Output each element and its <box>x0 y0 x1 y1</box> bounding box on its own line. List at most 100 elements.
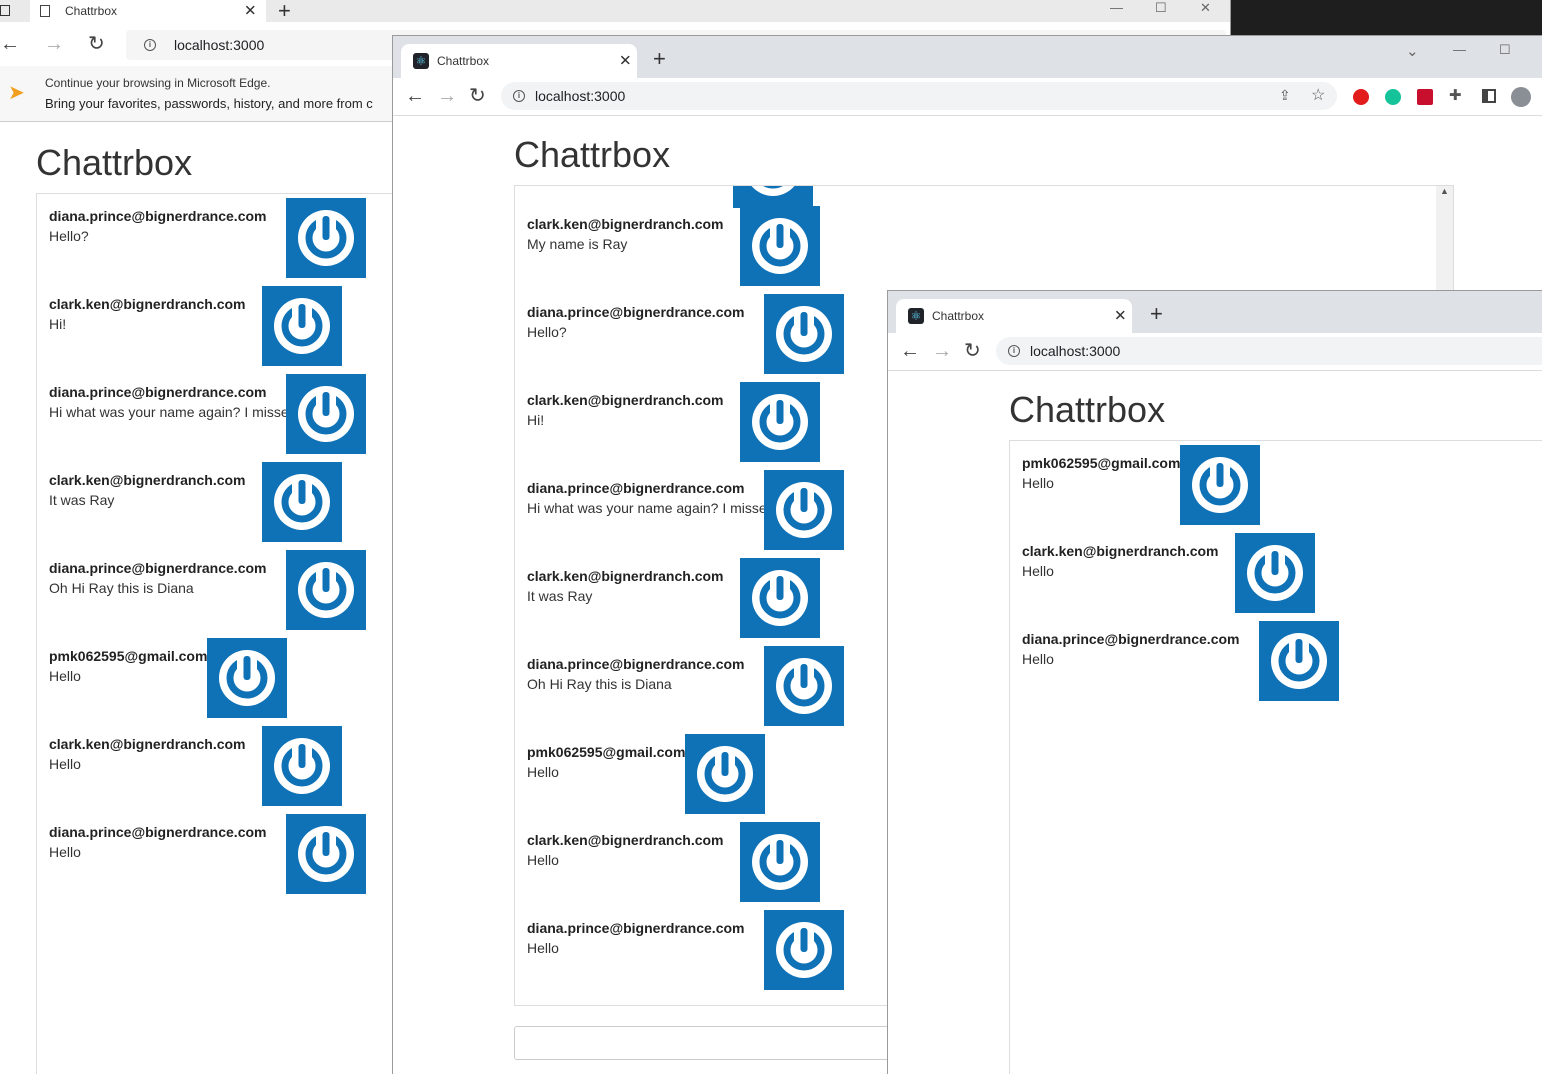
message-author: pmk062595@gmail.com <box>1022 455 1181 471</box>
message-text: Oh Hi Ray this is Diana <box>527 676 672 692</box>
message-author: diana.prince@bignerdrance.com <box>527 920 745 936</box>
forward-arrow-icon[interactable]: → <box>44 34 64 54</box>
message-author: clark.ken@bignerdranch.com <box>49 296 246 312</box>
power-icon <box>262 462 342 542</box>
site-info-icon[interactable]: i <box>513 90 525 102</box>
tab-strip: Chattrbox ✕ + — ☐ ✕ <box>0 0 1230 22</box>
message-author: clark.ken@bignerdranch.com <box>49 472 246 488</box>
message-author: pmk062595@gmail.com <box>527 744 686 760</box>
message-list: pmk062595@gmail.com Hello clark.ken@bigner… <box>1009 440 1542 1074</box>
chat-message: diana.prince@bignerdrance.com Hello? <box>49 198 435 296</box>
close-window-button[interactable]: ✕ <box>1200 0 1211 16</box>
tab-title: Chattrbox <box>437 54 490 68</box>
reload-icon[interactable]: ↻ <box>88 34 105 54</box>
navigation-toolbar: ← → ↻ i localhost:3000 ⇪ ☆ ✚ <box>393 78 1542 116</box>
close-tab-icon[interactable]: ✕ <box>619 54 632 69</box>
back-arrow-icon[interactable]: ← <box>405 86 425 106</box>
forward-arrow-icon[interactable]: → <box>932 341 952 361</box>
power-icon <box>262 286 342 366</box>
message-author: diana.prince@bignerdrance.com <box>49 560 267 576</box>
tab-strip: ⚛ Chattrbox ✕ + <box>888 291 1542 333</box>
share-icon[interactable]: ⇪ <box>1279 87 1291 104</box>
close-tab-icon[interactable]: ✕ <box>244 4 257 19</box>
message-text: Hello? <box>527 324 567 340</box>
tab-chattrbox[interactable]: ⚛ Chattrbox ✕ <box>401 44 637 78</box>
back-arrow-icon[interactable]: ← <box>900 341 920 361</box>
message-author: diana.prince@bignerdrance.com <box>527 656 745 672</box>
tab-chattrbox[interactable]: Chattrbox ✕ <box>30 0 266 22</box>
message-text: Hello <box>1022 651 1054 667</box>
maximize-button[interactable]: ☐ <box>1155 0 1167 16</box>
message-text: Hello <box>1022 475 1054 491</box>
site-info-icon[interactable]: i <box>144 39 156 51</box>
maximize-button[interactable]: ☐ <box>1499 42 1511 58</box>
grammarly-extension-icon[interactable] <box>1385 89 1401 105</box>
power-icon <box>685 734 765 814</box>
message-text: It was Ray <box>49 492 115 508</box>
new-tab-button[interactable]: + <box>1150 303 1163 325</box>
power-icon <box>286 198 366 278</box>
message-text: Hello <box>527 852 559 868</box>
chat-message: diana.prince@bignerdrance.com Oh Hi Ray t… <box>49 550 435 648</box>
minimize-button[interactable]: — <box>1453 42 1466 57</box>
navigation-toolbar: ← → ↻ i localhost:3000 <box>888 333 1542 371</box>
message-author: diana.prince@bignerdrance.com <box>527 480 745 496</box>
back-arrow-icon[interactable]: ← <box>0 34 20 54</box>
message-text: Hello <box>49 844 81 860</box>
extensions-puzzle-icon[interactable]: ✚ <box>1449 86 1462 104</box>
power-icon <box>262 726 342 806</box>
edge-banner-line2: Bring your favorites, passwords, history… <box>45 96 373 111</box>
minimize-button[interactable]: — <box>1110 0 1123 15</box>
pdf-extension-icon[interactable] <box>1417 89 1433 105</box>
message-text: Hello <box>49 668 81 684</box>
close-tab-icon[interactable]: ✕ <box>1114 309 1127 324</box>
tab-title: Chattrbox <box>932 309 985 323</box>
message-text: Hi! <box>527 412 545 428</box>
message-text: It was Ray <box>527 588 593 604</box>
chat-message: diana.prince@bignerdrance.com Hi what was… <box>49 374 435 472</box>
power-icon <box>740 206 820 286</box>
site-info-icon[interactable]: i <box>1008 345 1020 357</box>
page-title: Chattrbox <box>1009 389 1166 430</box>
tab-chattrbox[interactable]: ⚛ Chattrbox ✕ <box>896 299 1132 333</box>
power-icon <box>733 186 813 208</box>
tab-search-chevron-icon[interactable]: ⌄ <box>1406 42 1419 60</box>
message-author: clark.ken@bignerdranch.com <box>527 392 724 408</box>
desktop-background <box>1231 0 1542 36</box>
tab-title: Chattrbox <box>65 4 118 18</box>
message-author: pmk062595@gmail.com <box>49 648 208 664</box>
profile-avatar[interactable] <box>1511 87 1531 107</box>
new-tab-button[interactable]: + <box>278 0 291 22</box>
power-icon <box>740 382 820 462</box>
scroll-up-arrow-icon[interactable]: ▲ <box>1440 186 1449 196</box>
address-bar[interactable]: i localhost:3000 <box>996 337 1542 365</box>
chat-message: clark.ken@bignerdranch.com Hello <box>49 726 435 824</box>
side-panel-icon[interactable] <box>1482 89 1496 103</box>
message-text: Oh Hi Ray this is Diana <box>49 580 194 596</box>
power-icon <box>286 374 366 454</box>
power-icon <box>1180 445 1260 525</box>
message-author: clark.ken@bignerdranch.com <box>527 568 724 584</box>
message-text: My name is Ray <box>527 236 628 252</box>
message-text: Hello? <box>49 228 89 244</box>
chat-message: diana.prince@bignerdrance.com Hello <box>1022 621 1542 719</box>
message-author: clark.ken@bignerdranch.com <box>527 832 724 848</box>
react-logo-icon: ⚛ <box>908 308 924 324</box>
bookmark-star-icon[interactable]: ☆ <box>1311 85 1325 105</box>
message-text: Hello <box>527 764 559 780</box>
power-icon <box>764 294 844 374</box>
tab-actions-icon[interactable] <box>0 5 10 16</box>
message-text: Hello <box>49 756 81 772</box>
paper-plane-icon: ➤ <box>8 82 25 104</box>
page-title: Chattrbox <box>36 142 193 183</box>
address-bar[interactable]: i localhost:3000 ⇪ ☆ <box>501 82 1337 110</box>
reload-icon[interactable]: ↻ <box>469 86 486 106</box>
new-tab-button[interactable]: + <box>653 48 666 70</box>
message-author: diana.prince@bignerdrance.com <box>49 384 267 400</box>
forward-arrow-icon[interactable]: → <box>437 86 457 106</box>
reload-icon[interactable]: ↻ <box>964 341 981 361</box>
adblock-extension-icon[interactable] <box>1353 89 1369 105</box>
message-text: Hi what was your name again? I missed it <box>527 500 786 516</box>
message-author: clark.ken@bignerdranch.com <box>49 736 246 752</box>
power-icon <box>740 558 820 638</box>
